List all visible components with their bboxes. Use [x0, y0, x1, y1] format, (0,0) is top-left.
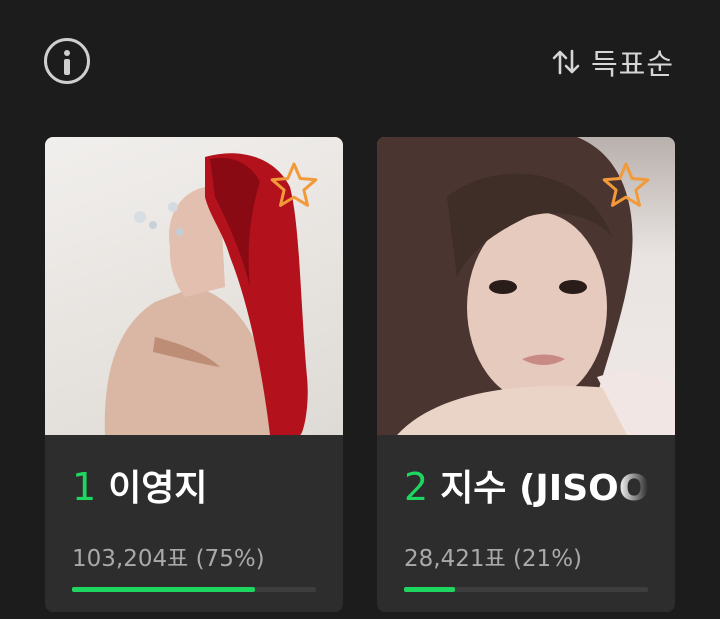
candidate-card[interactable]: 2 지수 (JISOO) 28,421표 (21%): [377, 137, 675, 612]
text-fade-overlay: [618, 459, 648, 511]
vote-progress-bar: [404, 587, 648, 592]
vote-progress-fill: [72, 587, 255, 592]
vote-progress-bar: [72, 587, 316, 592]
candidate-info: 2 지수 (JISOO) 28,421표 (21%): [404, 459, 648, 592]
info-dot: [64, 50, 70, 56]
candidate-card[interactable]: 1 이영지 103,204표 (75%): [45, 137, 343, 612]
favorite-star-icon[interactable]: [599, 159, 653, 213]
vote-count: 28,421표 (21%): [404, 546, 583, 572]
candidate-name: 지수 (JISOO): [440, 468, 648, 509]
vote-progress-fill: [404, 587, 456, 592]
rank-number: 2: [404, 465, 429, 509]
candidate-title: 2 지수 (JISOO): [404, 459, 648, 511]
candidate-title: 1 이영지: [72, 459, 316, 511]
rank-number: 1: [72, 465, 97, 509]
swap-vertical-icon: [552, 49, 580, 75]
info-icon[interactable]: [44, 38, 90, 84]
candidate-name: 이영지: [108, 468, 208, 509]
candidate-info: 1 이영지 103,204표 (75%): [72, 459, 316, 592]
sort-label: 득표순: [590, 47, 674, 81]
sort-button[interactable]: 득표순: [551, 40, 674, 84]
vote-count: 103,204표 (75%): [72, 546, 265, 572]
info-bar: [64, 59, 70, 75]
favorite-star-icon[interactable]: [267, 159, 321, 213]
